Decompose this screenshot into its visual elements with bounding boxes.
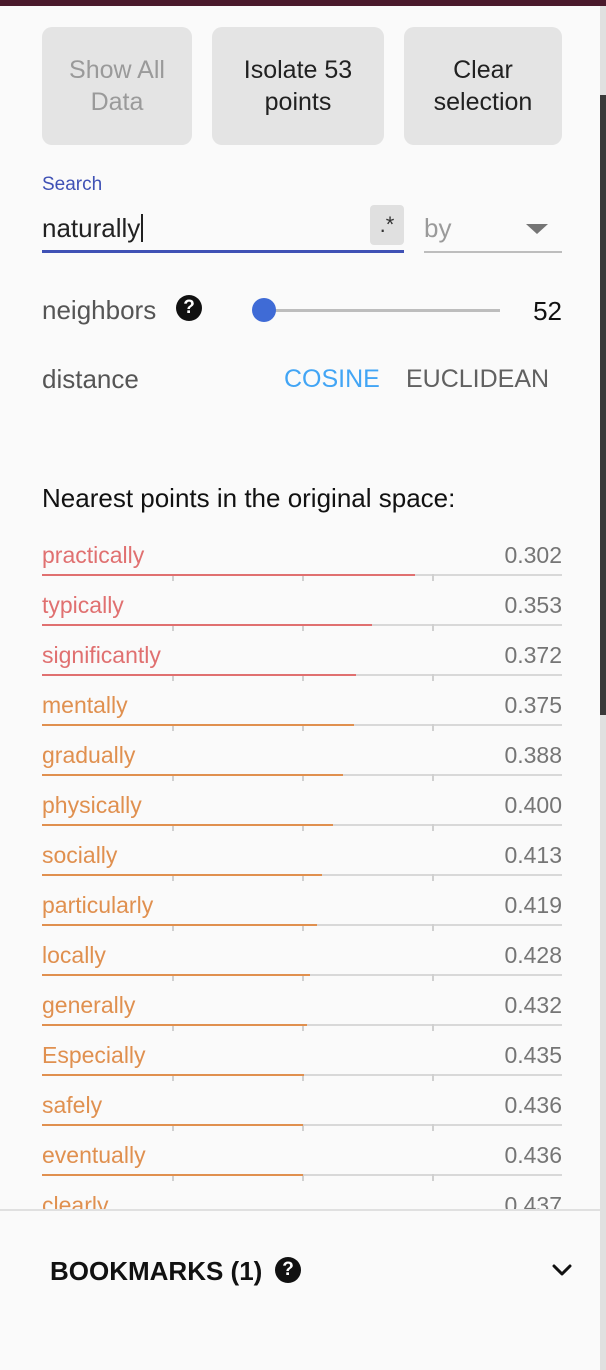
distance-bar [42,1074,304,1076]
chevron-down-icon[interactable] [552,1260,572,1280]
search-query-text: naturally [42,213,141,243]
search-input-value[interactable]: naturally [42,213,144,244]
neighbors-slider-track[interactable] [264,309,500,312]
search-input[interactable]: naturally .* [42,205,404,253]
regex-toggle-button[interactable]: .* [370,205,404,245]
distance-bar [42,1024,307,1026]
nearest-point-label[interactable]: particularly [42,892,153,919]
nearest-point-row[interactable]: significantly 0.372 [42,630,562,681]
distance-euclidean-button[interactable]: EUCLIDEAN [406,365,549,394]
neighbors-slider-thumb[interactable] [252,298,276,322]
bookmarks-divider [0,1209,600,1211]
nearest-point-distance: 0.413 [504,842,562,868]
nearest-point-distance: 0.400 [504,792,562,818]
distance-bar [42,824,333,826]
text-caret [141,214,144,242]
nearest-point-distance: 0.435 [504,1042,562,1068]
nearest-point-label[interactable]: locally [42,942,106,969]
neighbors-value: 52 [533,296,562,326]
nearest-point-distance: 0.302 [504,542,562,568]
distance-cosine-button[interactable]: COSINE [284,365,380,394]
nearest-point-distance: 0.353 [504,592,562,618]
nearest-point-distance: 0.419 [504,892,562,918]
nearest-point-row[interactable]: clearly 0.437 [42,1180,562,1210]
distance-bar [42,774,343,776]
nearest-point-label[interactable]: eventually [42,1142,146,1169]
nearest-point-label[interactable]: socially [42,842,117,869]
nearest-point-label[interactable]: physically [42,792,142,819]
distance-bar [42,1174,303,1176]
nearest-points-list[interactable]: practically 0.302 typically 0.353 significan… [0,530,600,1210]
nearest-point-label[interactable]: Especially [42,1042,146,1069]
adjacent-panel-edge [600,95,606,715]
show-all-data-button[interactable]: Show All Data [42,27,192,145]
clear-selection-button[interactable]: Clear selection [404,27,562,145]
nearest-point-row[interactable]: locally 0.428 [42,930,562,981]
nearest-point-distance: 0.372 [504,642,562,668]
nearest-point-distance: 0.437 [504,1192,562,1210]
nearest-point-row[interactable]: eventually 0.436 [42,1130,562,1181]
nearest-point-label[interactable]: generally [42,992,135,1019]
nearest-point-distance: 0.428 [504,942,562,968]
nearest-point-distance: 0.436 [504,1092,562,1118]
show-all-data-label: Show All Data [69,56,165,116]
nearest-point-label[interactable]: practically [42,542,144,569]
help-icon[interactable]: ? [176,295,202,321]
nearest-points-title: Nearest points in the original space: [42,483,456,513]
nearest-point-label[interactable]: gradually [42,742,135,769]
bookmarks-title: BOOKMARKS (1) [50,1256,263,1286]
distance-bar [42,1124,303,1126]
nearest-point-row[interactable]: generally 0.432 [42,980,562,1031]
distance-label: distance [42,364,139,394]
nearest-point-label[interactable]: mentally [42,692,128,719]
nearest-point-row[interactable]: particularly 0.419 [42,880,562,931]
clear-selection-label: Clear selection [433,56,533,116]
distance-bar [42,924,317,926]
nearest-point-row[interactable]: safely 0.436 [42,1080,562,1131]
search-by-placeholder: by [424,213,452,243]
nearest-point-row[interactable]: mentally 0.375 [42,680,562,731]
nearest-point-row[interactable]: physically 0.400 [42,780,562,831]
distance-bar [42,624,372,626]
neighbors-label: neighbors [42,295,157,325]
nearest-point-distance: 0.388 [504,742,562,768]
isolate-points-label: Isolate 53 points [243,56,353,116]
nearest-point-distance: 0.375 [504,692,562,718]
nearest-point-row[interactable]: typically 0.353 [42,580,562,631]
window-top-bar [0,0,606,6]
nearest-point-distance: 0.432 [504,992,562,1018]
nearest-point-row[interactable]: practically 0.302 [42,530,562,581]
distance-bar [42,574,415,576]
nearest-point-label[interactable]: significantly [42,642,161,669]
dropdown-arrow-icon [526,224,548,234]
nearest-point-label[interactable]: typically [42,592,124,619]
distance-bar [42,874,322,876]
distance-bar [42,974,310,976]
nearest-point-label[interactable]: clearly [42,1192,108,1210]
nearest-point-label[interactable]: safely [42,1092,102,1119]
isolate-points-button[interactable]: Isolate 53 points [212,27,384,145]
bookmarks-help-icon[interactable]: ? [275,1257,301,1283]
distance-bar [42,724,354,726]
nearest-point-row[interactable]: socially 0.413 [42,830,562,881]
nearest-point-row[interactable]: Especially 0.435 [42,1030,562,1081]
nearest-point-row[interactable]: gradually 0.388 [42,730,562,781]
distance-bar [42,674,356,676]
search-label: Search [42,174,103,195]
search-by-select[interactable]: by [424,205,562,253]
nearest-point-distance: 0.436 [504,1142,562,1168]
